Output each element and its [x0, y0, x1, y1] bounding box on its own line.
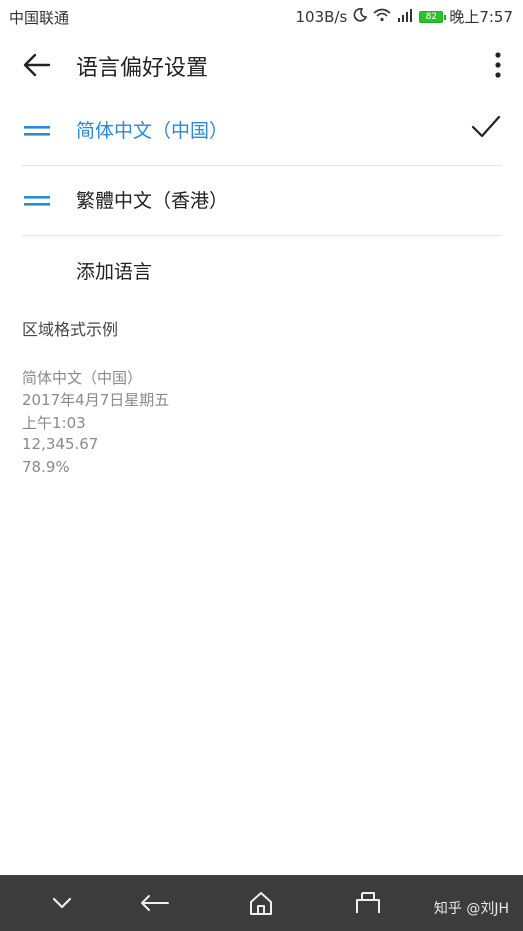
recent-apps-icon[interactable] [355, 889, 381, 917]
status-bar: 中国联通 103B/s 82 晚上7:57 [0, 0, 523, 34]
app-bar: 语言偏好设置 [0, 34, 523, 96]
sample-language: 简体中文（中国） [22, 369, 143, 387]
checkmark-icon [471, 114, 501, 140]
network-speed: 103B/s [295, 7, 348, 26]
sample-time: 上午1:03 [22, 414, 86, 432]
moon-icon [353, 7, 368, 26]
add-language-button[interactable]: 添加语言 [76, 257, 152, 284]
page-title: 语言偏好设置 [76, 56, 209, 81]
sample-number: 12,345.67 [22, 435, 99, 453]
carrier-name: 中国联通 [9, 9, 70, 27]
drag-handle-icon[interactable] [24, 123, 50, 137]
more-options-icon[interactable] [491, 50, 505, 80]
clock-time: 晚上7:57 [449, 8, 513, 26]
watermark: 知乎 @刘JH [433, 901, 509, 917]
navigation-bar: 知乎 @刘JH [0, 875, 523, 931]
language-label: 繁體中文（香港） [76, 190, 229, 212]
status-icons: 103B/s 82 晚上7:57 [296, 6, 513, 27]
home-icon[interactable] [248, 889, 274, 917]
sample-date: 2017年4月7日星期五 [22, 391, 170, 409]
battery-icon: 82 [419, 10, 447, 23]
sample-percent: 78.9% [22, 458, 70, 476]
signal-icon [397, 8, 413, 26]
drag-handle-icon[interactable] [24, 193, 50, 207]
wifi-icon [373, 8, 391, 26]
back-arrow-icon[interactable] [22, 52, 52, 78]
language-item-traditional-chinese[interactable]: 繁體中文（香港） [0, 166, 523, 236]
back-nav-icon[interactable] [138, 889, 170, 917]
divider [22, 235, 502, 236]
chevron-down-icon[interactable] [50, 889, 74, 917]
language-item-simplified-chinese[interactable]: 简体中文（中国） [0, 96, 523, 166]
region-format-title: 区域格式示例 [22, 320, 119, 339]
language-label: 简体中文（中国） [76, 120, 229, 142]
